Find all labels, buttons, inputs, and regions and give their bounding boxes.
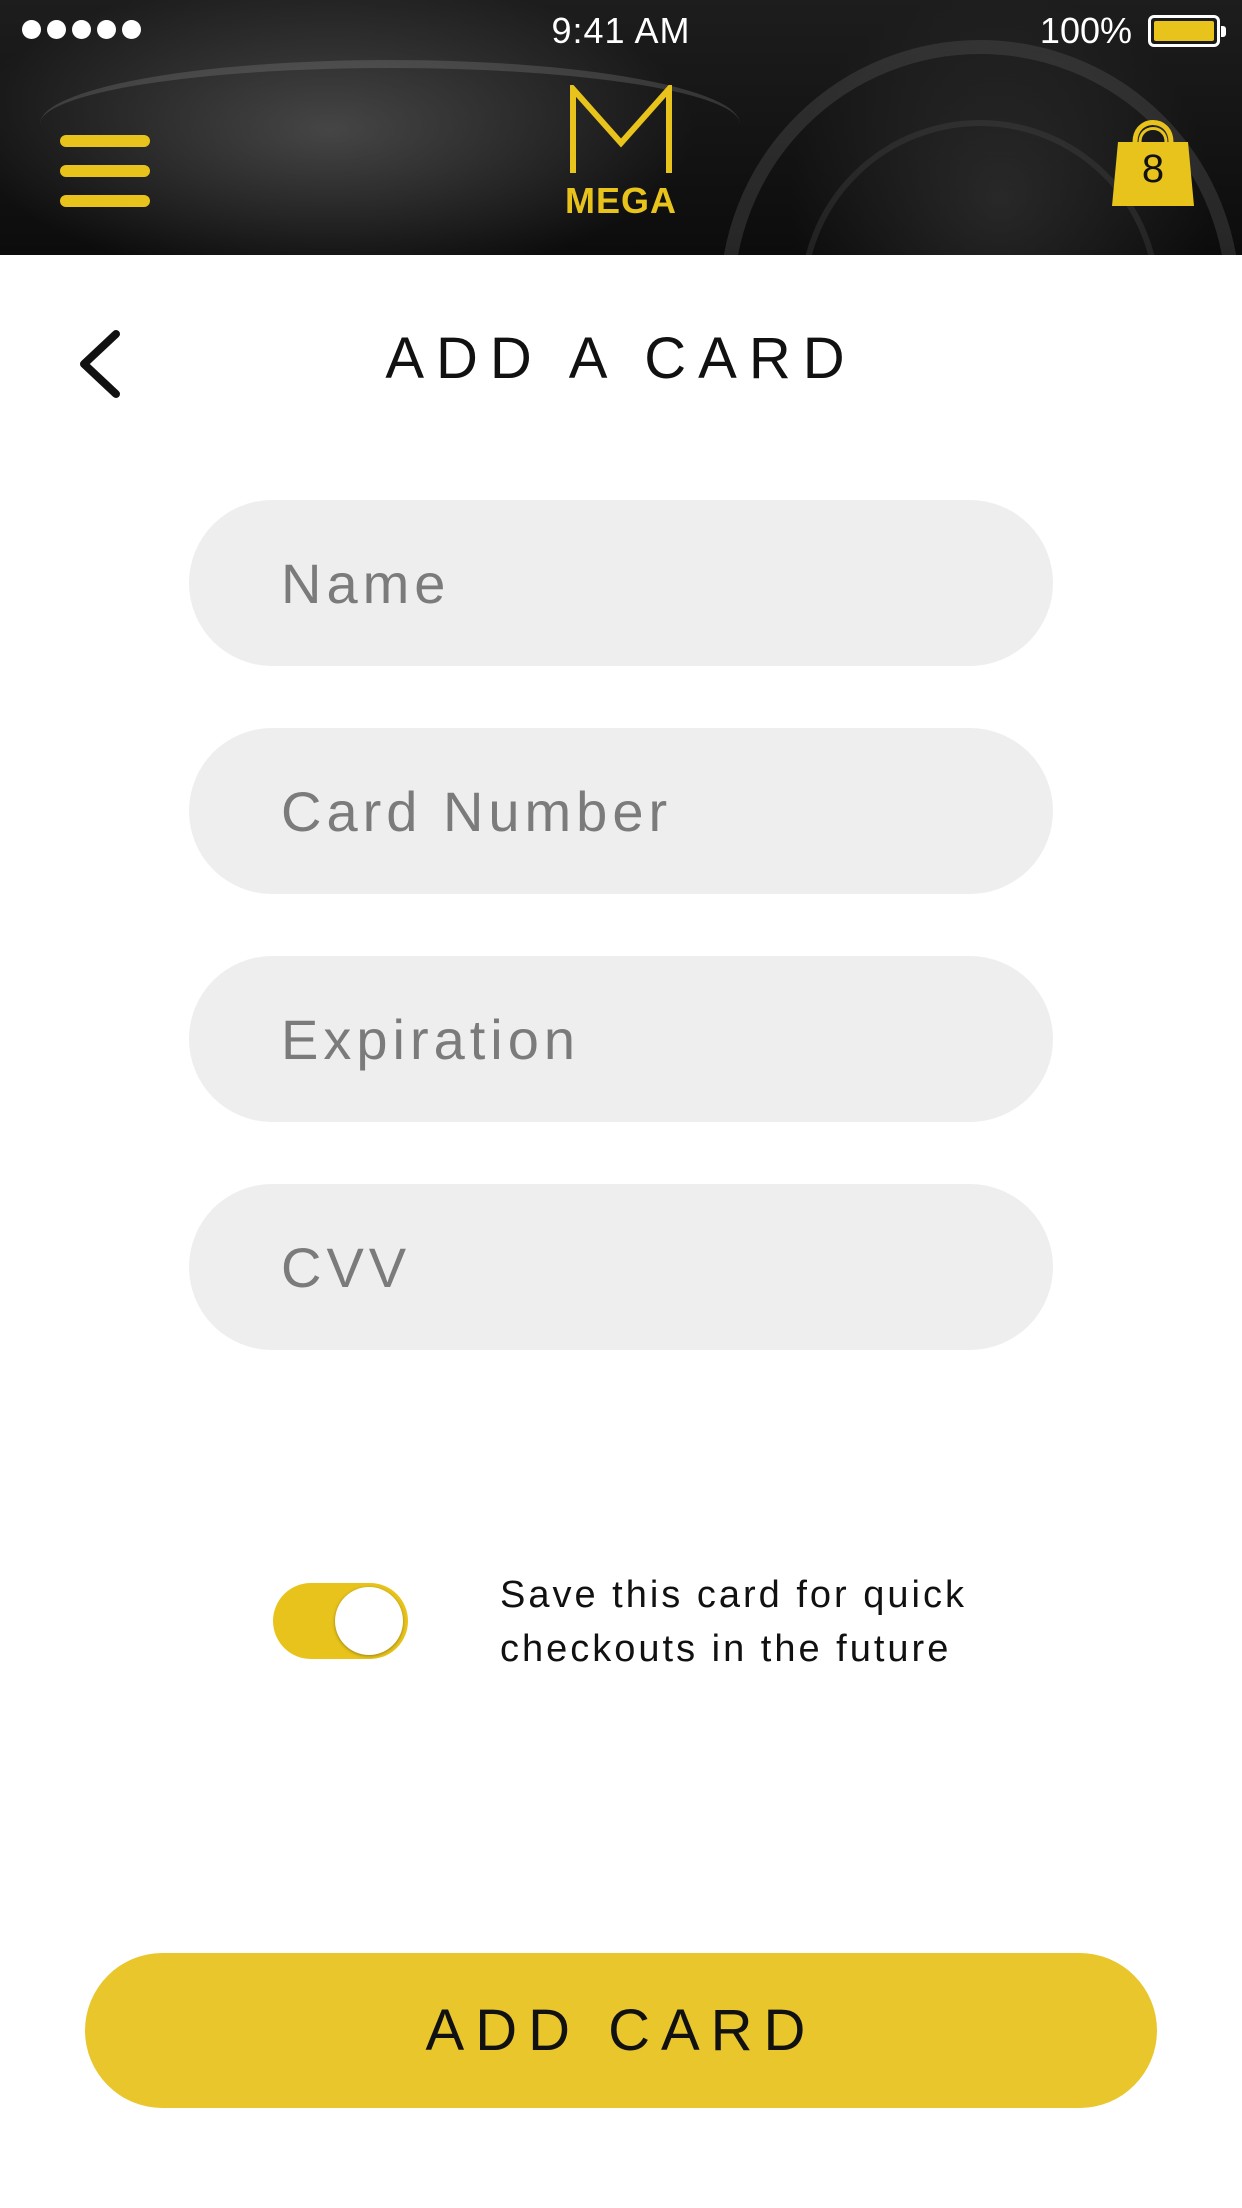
name-input[interactable]: [279, 499, 1053, 667]
toggle-knob: [335, 1587, 403, 1655]
hamburger-menu-icon[interactable]: [60, 135, 150, 207]
save-card-label: Save this card for quick checkouts in th…: [500, 1568, 1060, 1676]
save-card-label-line1: Save this card for quick: [500, 1574, 967, 1616]
cvv-field[interactable]: [189, 1183, 1053, 1351]
page-title: ADD A CARD: [385, 326, 857, 391]
logo-m-icon: [570, 85, 672, 173]
app-header: 9:41 AM 100% MEGA 8: [0, 0, 1242, 255]
brand-logo[interactable]: MEGA: [561, 85, 681, 221]
cart-button[interactable]: 8: [1110, 112, 1196, 208]
name-field[interactable]: [189, 499, 1053, 667]
cvv-input[interactable]: [279, 1183, 1053, 1351]
cart-count-badge: 8: [1141, 147, 1165, 191]
save-card-toggle[interactable]: [273, 1583, 408, 1659]
expiration-input[interactable]: [279, 955, 1053, 1123]
battery-icon: [1148, 15, 1226, 47]
card-number-input[interactable]: [279, 727, 1053, 895]
logo-text: MEGA: [565, 180, 677, 221]
card-number-field[interactable]: [189, 727, 1053, 895]
battery-percentage: 100%: [1039, 10, 1132, 51]
expiration-field[interactable]: [189, 955, 1053, 1123]
status-bar: 9:41 AM 100%: [0, 0, 1242, 60]
add-card-button[interactable]: ADD CARD: [85, 1953, 1157, 2108]
save-card-label-line2: checkouts in the future: [500, 1628, 952, 1670]
